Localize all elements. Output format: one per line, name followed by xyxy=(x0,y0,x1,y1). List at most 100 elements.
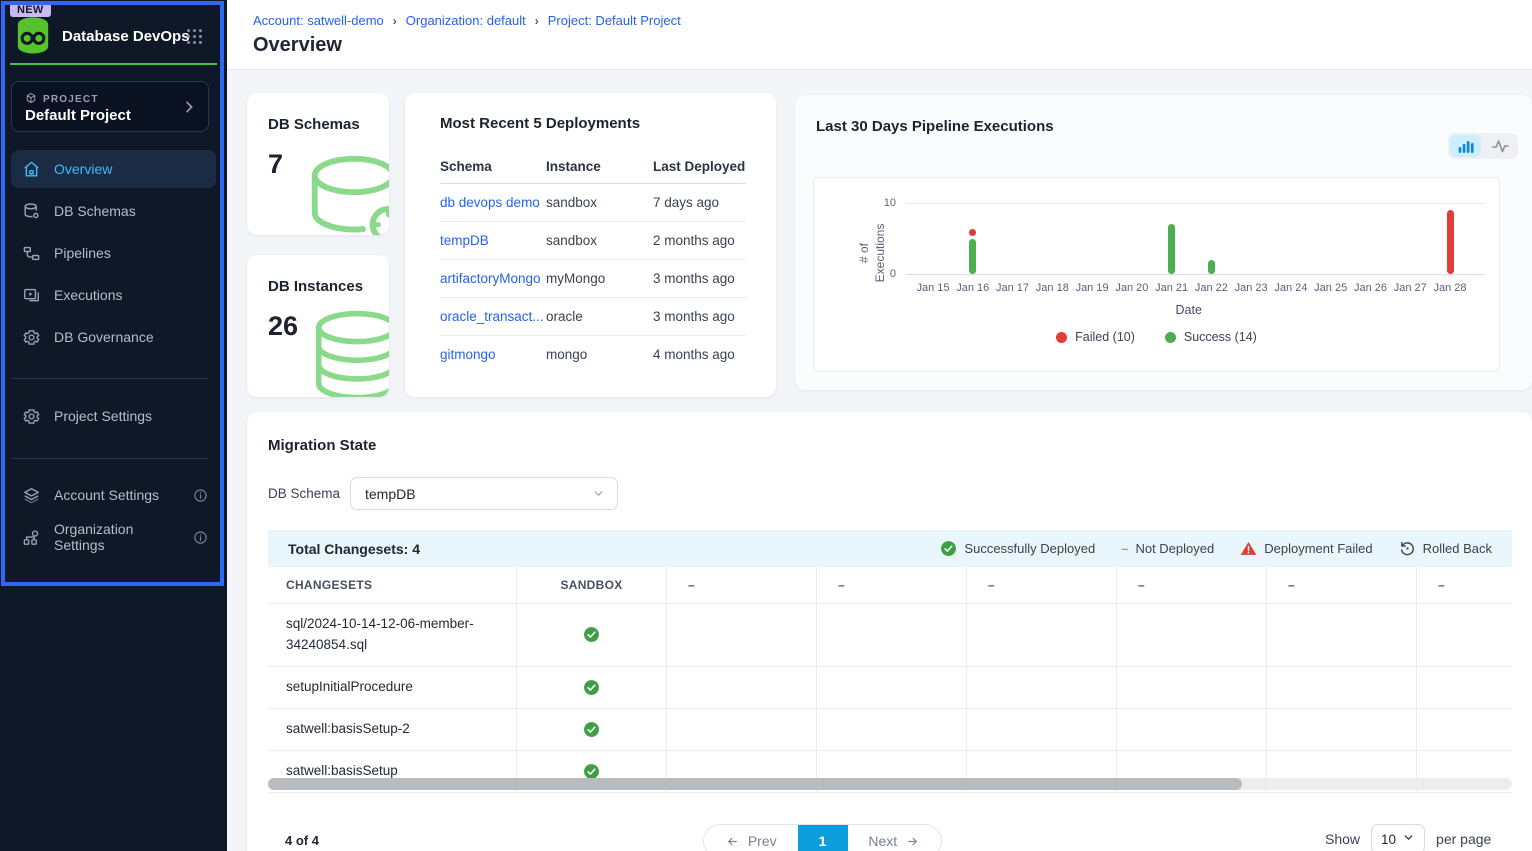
legend-label: Failed (10) xyxy=(1075,330,1135,344)
project-cube-icon xyxy=(25,92,37,107)
total-changesets: Total Changesets: 4 xyxy=(288,541,420,557)
breadcrumb-link[interactable]: Organization: default xyxy=(406,13,526,28)
db-schema-label: DB Schema xyxy=(268,486,340,501)
rollback-icon xyxy=(1399,540,1416,557)
legend-item: Failed (10) xyxy=(1056,330,1135,344)
app-title: Database DevOps xyxy=(62,28,190,45)
deployment-schema-link[interactable]: oracle_transact... xyxy=(440,298,546,336)
db-instances-card: DB Instances 26 xyxy=(247,255,389,397)
breadcrumb-separator: › xyxy=(393,14,397,28)
next-label: Next xyxy=(868,833,897,849)
info-icon[interactable] xyxy=(193,488,208,503)
db-schema-selected-value: tempDB xyxy=(365,486,416,502)
sidebar-item-label: Executions xyxy=(54,287,122,303)
project-selector[interactable]: PROJECT Default Project xyxy=(11,81,209,132)
deployments-title: Most Recent 5 Deployments xyxy=(440,115,640,132)
changeset-empty-cell xyxy=(1417,709,1512,751)
database-stack-green-icon xyxy=(301,308,389,397)
breadcrumb-link[interactable]: Project: Default Project xyxy=(548,13,681,28)
changeset-empty-cell xyxy=(967,604,1117,667)
database-green-icon xyxy=(295,150,389,235)
breadcrumb-link[interactable]: Account: satwell-demo xyxy=(253,13,384,28)
check-circle-icon xyxy=(583,679,600,696)
chevron-down-icon xyxy=(1402,831,1415,847)
y-axis-label: # of Executions xyxy=(822,203,922,303)
changeset-empty-cell xyxy=(967,667,1117,709)
changeset-row: satwell:basisSetup-2 xyxy=(268,709,1512,751)
sidebar-item-executions[interactable]: Executions xyxy=(11,276,216,314)
check-circle-icon xyxy=(583,721,600,738)
sidebar-item-label: DB Governance xyxy=(54,329,154,345)
line-chart-toggle[interactable] xyxy=(1485,135,1516,157)
project-label: PROJECT xyxy=(43,94,99,105)
changeset-empty-cell xyxy=(667,667,817,709)
status-legend-label: Not Deployed xyxy=(1135,541,1214,556)
page-title: Overview xyxy=(253,34,342,57)
sidebar-divider xyxy=(11,458,209,459)
deployment-cell: 2 months ago xyxy=(653,222,746,260)
horizontal-scrollbar xyxy=(268,778,1512,790)
breadcrumb-separator: › xyxy=(535,14,539,28)
sidebar-item-account-settings[interactable]: Account Settings xyxy=(11,476,216,514)
deployments-column-header: Schema xyxy=(440,151,546,184)
chart-legend: Failed (10)Success (14) xyxy=(814,330,1499,344)
db-schema-select[interactable]: tempDB xyxy=(350,477,618,510)
y-tick-0: 0 xyxy=(870,268,896,280)
app-window: NEW Database DevOps PROJECT Default Proj… xyxy=(0,0,1532,851)
changesets-column-header: – xyxy=(817,567,967,604)
changeset-row: setupInitialProcedure xyxy=(268,667,1512,709)
breadcrumb: Account: satwell-demo › Organization: defa… xyxy=(253,13,681,28)
status-legend-item: Successfully Deployed xyxy=(940,540,1095,557)
next-page-button[interactable]: Next xyxy=(848,825,942,851)
per-page-control: Show 10 per page xyxy=(1325,824,1491,851)
apps-grid-icon[interactable] xyxy=(186,28,203,50)
changeset-empty-cell xyxy=(1417,667,1512,709)
per-page-value: 10 xyxy=(1381,832,1396,847)
check-circle-icon xyxy=(583,626,600,643)
deployment-cell: 3 months ago xyxy=(653,260,746,298)
deployments-table: SchemaInstanceLast Deployeddb devops dem… xyxy=(440,151,746,373)
changeset-empty-cell xyxy=(1267,604,1417,667)
changeset-empty-cell xyxy=(1417,604,1512,667)
sidebar-item-db-schemas[interactable]: DB Schemas xyxy=(11,192,216,230)
chart-bar-failed xyxy=(1447,210,1454,274)
info-icon[interactable] xyxy=(193,530,208,545)
chart-bar-success xyxy=(1168,224,1175,274)
warning-icon xyxy=(1240,540,1257,557)
deployment-cell: 3 months ago xyxy=(653,298,746,336)
sidebar-item-label: Organization Settings xyxy=(54,521,180,553)
sidebar-item-overview[interactable]: Overview xyxy=(11,150,216,188)
per-page-select[interactable]: 10 xyxy=(1371,824,1425,851)
gridline-10 xyxy=(906,203,1485,204)
chart-bar-success xyxy=(969,239,976,275)
deployment-cell: sandbox xyxy=(546,184,653,222)
db-schemas-card: DB Schemas 7 xyxy=(247,93,389,235)
changeset-empty-cell xyxy=(1267,667,1417,709)
x-tick-label: Jan 28 xyxy=(1426,282,1474,294)
sidebar-item-project-settings[interactable]: Project Settings xyxy=(11,397,216,435)
show-label: Show xyxy=(1325,831,1360,847)
changeset-name: sql/2024-10-14-12-06-member-34240854.sql xyxy=(268,604,517,667)
sidebar-item-db-governance[interactable]: DB Governance xyxy=(11,318,216,356)
sidebar-item-label: Pipelines xyxy=(54,245,111,261)
deployment-schema-link[interactable]: db devops demo xyxy=(440,184,546,222)
status-legend-label: Deployment Failed xyxy=(1264,541,1372,556)
prev-page-button[interactable]: Prev xyxy=(704,825,798,851)
sidebar-item-organization-settings[interactable]: Organization Settings xyxy=(11,518,216,556)
changesets-column-header: – xyxy=(1117,567,1267,604)
sidebar-item-pipelines[interactable]: Pipelines xyxy=(11,234,216,272)
status-legend-item: Rolled Back xyxy=(1399,540,1492,557)
bar-chart-toggle[interactable] xyxy=(1450,135,1481,157)
prev-label: Prev xyxy=(748,833,777,849)
check-circle-icon xyxy=(940,540,957,557)
deployment-schema-link[interactable]: artifactoryMongo xyxy=(440,260,546,298)
horizontal-scrollbar-thumb[interactable] xyxy=(268,778,1242,790)
changeset-name: satwell:basisSetup-2 xyxy=(268,709,517,751)
deployment-cell: sandbox xyxy=(546,222,653,260)
deployment-cell: 7 days ago xyxy=(653,184,746,222)
changeset-name: setupInitialProcedure xyxy=(268,667,517,709)
governance-icon xyxy=(22,328,41,347)
deployment-schema-link[interactable]: gitmongo xyxy=(440,336,546,373)
deployment-schema-link[interactable]: tempDB xyxy=(440,222,546,260)
page-number-button[interactable]: 1 xyxy=(798,825,848,851)
